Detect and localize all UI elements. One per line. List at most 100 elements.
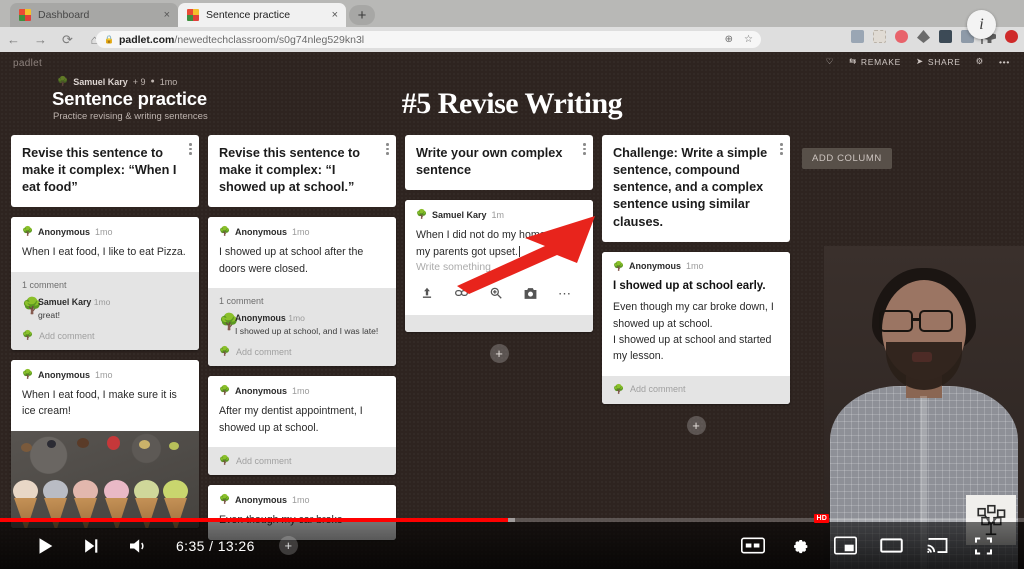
compose-attachment-toolbar: ⋯ (416, 273, 582, 304)
search-icon[interactable] (489, 286, 503, 300)
post-time: 1mo (292, 226, 310, 237)
captions-button[interactable] (730, 523, 776, 569)
column-menu-icon[interactable] (780, 143, 783, 155)
post-card[interactable]: 🌳 Anonymous 1mo When I eat food, I like … (11, 217, 199, 351)
browser-tab-dashboard[interactable]: Dashboard × (10, 3, 178, 27)
theater-mode-icon[interactable] (868, 523, 914, 569)
post-time: 1mo (292, 494, 310, 505)
post-author: Anonymous (629, 261, 682, 272)
more-icon[interactable]: ⋯ (558, 287, 571, 300)
add-comment-button[interactable]: 🌳 Add comment (219, 455, 385, 466)
more-menu-button[interactable]: ••• (999, 57, 1010, 67)
post-text: After my dentist appointment, I showed u… (219, 405, 363, 434)
reload-icon[interactable]: ⟳ (54, 32, 81, 48)
browser-tab-bar: Dashboard × Sentence practice × + (0, 0, 1024, 27)
column-menu-icon[interactable] (189, 143, 192, 155)
extension-icon-target[interactable] (895, 30, 908, 43)
add-comment-label: Add comment (236, 455, 292, 466)
post-time: 1mo (95, 369, 113, 380)
remake-button[interactable]: ⇆ REMAKE (849, 56, 901, 67)
meta-separator: ● (150, 78, 155, 85)
info-bubble: i (967, 10, 996, 39)
compose-subject-input[interactable]: When I did not do my homework, my parent… (416, 227, 582, 260)
post-author-row: 🌳 Anonymous 1mo (22, 369, 188, 380)
post-card[interactable]: 🌳 Anonymous 1mo I showed up at school ea… (602, 251, 790, 404)
padlet-board-toolbar: ♡ ⇆ REMAKE ➤ SHARE ⚙ ••• (826, 56, 1010, 67)
extension-icon-note[interactable] (873, 30, 886, 43)
volume-icon[interactable] (114, 523, 160, 569)
compose-body-input[interactable]: Write something … (416, 260, 582, 273)
url-path: /newedtechclassroom/s0g74nleg529kn3l (174, 33, 365, 46)
avatar-icon: 🌳 (219, 385, 231, 396)
play-icon[interactable] (22, 523, 68, 569)
avatar-icon: 🌳 (22, 369, 34, 380)
post-card[interactable]: 🌳 Anonymous 1mo When I eat food, I make … (11, 360, 199, 528)
comment-item: 🌳 Anonymous 1mo I showed up at school, a… (219, 312, 385, 337)
post-author-row: 🌳 Anonymous 1mo (219, 226, 385, 237)
extension-icon-save[interactable] (851, 30, 864, 43)
post-comments: 1 comment 🌳 Samuel Kary 1mo great! 🌳 Add… (11, 271, 199, 351)
add-comment-button[interactable]: 🌳 Add comment (219, 346, 385, 357)
add-column-button[interactable]: ADD COLUMN (802, 148, 892, 169)
settings-gear-icon[interactable]: HD (776, 513, 829, 569)
add-to-playlist-icon[interactable]: + (278, 536, 298, 555)
star-icon[interactable]: ☆ (744, 34, 753, 45)
extension-icon-leaf[interactable] (917, 30, 930, 43)
column-menu-icon[interactable] (386, 143, 389, 155)
comment-item: 🌳 Samuel Kary 1mo great! (22, 296, 188, 321)
board-column-1: Revise this sentence to make it complex:… (11, 135, 199, 528)
board-time: 1mo (159, 76, 178, 87)
column-heading[interactable]: Challenge: Write a simple sentence, comp… (602, 135, 790, 242)
close-icon[interactable]: × (158, 9, 170, 21)
post-author: Anonymous (235, 226, 288, 237)
compose-footer (405, 315, 593, 333)
add-post-button[interactable]: + (686, 415, 706, 435)
board-author[interactable]: Samuel Kary (73, 77, 128, 87)
avatar-icon: 🌳 (22, 330, 34, 341)
extension-icon-media[interactable] (939, 30, 952, 43)
share-button[interactable]: ➤ SHARE (916, 56, 961, 67)
comment-count: 1 comment (219, 296, 264, 307)
fullscreen-icon[interactable] (960, 523, 1006, 569)
post-comments: 1 comment 🌳 Anonymous 1mo I showed up at… (208, 288, 396, 367)
avatar-icon: 🌳 (219, 226, 231, 237)
column-menu-icon[interactable] (583, 143, 586, 155)
gear-icon[interactable]: ⚙ (976, 56, 984, 67)
heart-icon[interactable]: ♡ (826, 56, 834, 67)
post-author-row: 🌳 Anonymous 1mo (219, 494, 385, 505)
post-card[interactable]: 🌳 Anonymous 1mo I showed up at school af… (208, 217, 396, 367)
post-body: 🌳 Anonymous 1mo I showed up at school af… (208, 217, 396, 289)
upload-icon[interactable] (420, 286, 434, 300)
cast-icon[interactable] (914, 523, 960, 569)
add-post-button[interactable]: + (489, 344, 509, 364)
new-tab-button[interactable]: + (349, 5, 375, 25)
address-bar[interactable]: 🔒 padlet.com /newedtechclassroom/s0g74nl… (96, 31, 761, 48)
comment-author: Anonymous (235, 313, 286, 324)
add-comment-label: Add comment (236, 346, 292, 357)
forward-icon[interactable]: → (27, 32, 54, 47)
close-icon[interactable]: × (326, 9, 338, 21)
camera-icon[interactable] (523, 287, 538, 300)
back-icon[interactable]: ← (0, 32, 27, 47)
add-comment-button[interactable]: 🌳 Add comment (22, 330, 188, 341)
compose-post-card[interactable]: 🌳 Samuel Kary 1m When I did not do my ho… (405, 200, 593, 333)
next-video-icon[interactable] (68, 523, 114, 569)
column-heading-text: Write your own complex sentence (416, 146, 563, 178)
share-icon: ➤ (916, 56, 924, 66)
avatar: 🌳 (57, 76, 69, 86)
miniplayer-icon[interactable] (822, 523, 868, 569)
install-app-icon[interactable]: ⊕ (725, 34, 733, 45)
extension-icon-record[interactable] (1005, 30, 1018, 43)
add-comment-button[interactable]: 🌳 Add comment (613, 384, 779, 395)
browser-tab-sentence-practice[interactable]: Sentence practice × (178, 3, 346, 27)
column-heading[interactable]: Revise this sentence to make it complex:… (208, 135, 396, 208)
post-comments: 🌳 Add comment (208, 447, 396, 476)
board-collaborators[interactable]: + 9 (133, 77, 146, 87)
video-overlay-title: #5 Revise Writing (401, 87, 623, 120)
share-label: SHARE (927, 56, 961, 67)
column-heading[interactable]: Revise this sentence to make it complex:… (11, 135, 199, 208)
post-card[interactable]: 🌳 Anonymous 1mo After my dentist appoint… (208, 376, 396, 476)
column-heading[interactable]: Write your own complex sentence (405, 135, 593, 191)
padlet-logo[interactable]: padlet (13, 58, 42, 69)
link-icon[interactable] (454, 286, 469, 300)
